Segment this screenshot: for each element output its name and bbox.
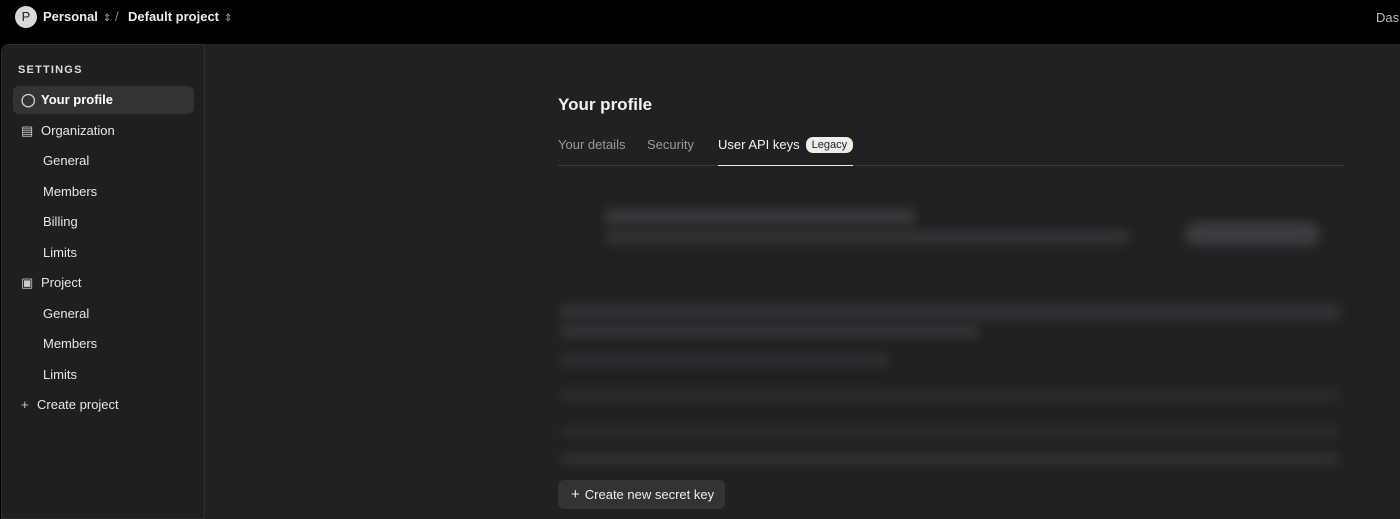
sidebar-item-org-limits[interactable]: Limits: [13, 239, 194, 267]
user-icon: ◯: [21, 92, 36, 107]
project-switcher[interactable]: Default project ⇕: [128, 9, 232, 24]
sidebar-item-label: Billing: [43, 214, 78, 229]
tab-label: User API keys: [718, 137, 800, 152]
breadcrumb-separator: /: [115, 9, 119, 24]
plus-icon: +: [571, 486, 580, 503]
sidebar-item-project-limits[interactable]: Limits: [13, 361, 194, 389]
sidebar-item-org-general[interactable]: General: [13, 147, 194, 175]
settings-sidebar: SETTINGS ◯ Your profile ▤ Organization Gen…: [1, 44, 205, 519]
sidebar-item-project-members[interactable]: Members: [13, 330, 194, 358]
create-secret-key-button[interactable]: + Create new secret key: [558, 480, 725, 509]
sidebar-item-label: Create project: [37, 397, 119, 412]
chevron-updown-icon: ⇕: [224, 13, 233, 24]
button-label: Create new secret key: [584, 487, 715, 502]
org-name: Personal: [43, 9, 98, 24]
top-bar: P Personal ⇕ / Default project ⇕ Dash: [0, 0, 1400, 44]
sidebar-item-label: General: [43, 153, 90, 168]
dashboard-link[interactable]: Dash: [1376, 10, 1400, 25]
sidebar-item-create-project[interactable]: + Create project: [13, 391, 194, 419]
sidebar-item-label: Organization: [41, 123, 115, 138]
sidebar-item-label: Project: [41, 275, 82, 290]
tab-user-api-keys[interactable]: User API keys Legacy: [718, 137, 854, 166]
sidebar-item-label: Limits: [43, 367, 77, 382]
page-title: Your profile: [558, 95, 653, 114]
sidebar-item-project-general[interactable]: General: [13, 300, 194, 328]
sidebar-item-label: General: [43, 306, 90, 321]
sidebar-item-project[interactable]: ▣ Project: [13, 269, 194, 297]
legacy-badge: Legacy: [805, 137, 854, 153]
profile-tabs: Your details Security User API keys Legac…: [558, 137, 1344, 166]
main-content: Your profile Your details Security User …: [205, 44, 1400, 519]
avatar[interactable]: P: [15, 6, 37, 28]
building-icon: ▤: [21, 123, 34, 138]
tab-your-details[interactable]: Your details: [558, 137, 625, 166]
sidebar-item-label: Members: [43, 184, 98, 199]
chevron-updown-icon: ⇕: [102, 13, 112, 24]
project-name: Default project: [128, 9, 220, 24]
briefcase-icon: ▣: [21, 275, 34, 290]
org-switcher[interactable]: Personal ⇕: [43, 9, 111, 24]
sidebar-item-label: Your profile: [41, 92, 113, 107]
plus-icon: +: [21, 397, 29, 412]
sidebar-item-org-members[interactable]: Members: [13, 178, 194, 206]
sidebar-item-label: Members: [43, 336, 98, 351]
sidebar-item-org-billing[interactable]: Billing: [13, 208, 194, 236]
sidebar-item-your-profile[interactable]: ◯ Your profile: [13, 86, 194, 114]
sidebar-item-label: Limits: [43, 245, 77, 260]
sidebar-section-title: SETTINGS: [18, 64, 83, 76]
tab-security[interactable]: Security: [647, 137, 694, 166]
sidebar-item-organization[interactable]: ▤ Organization: [13, 117, 194, 145]
